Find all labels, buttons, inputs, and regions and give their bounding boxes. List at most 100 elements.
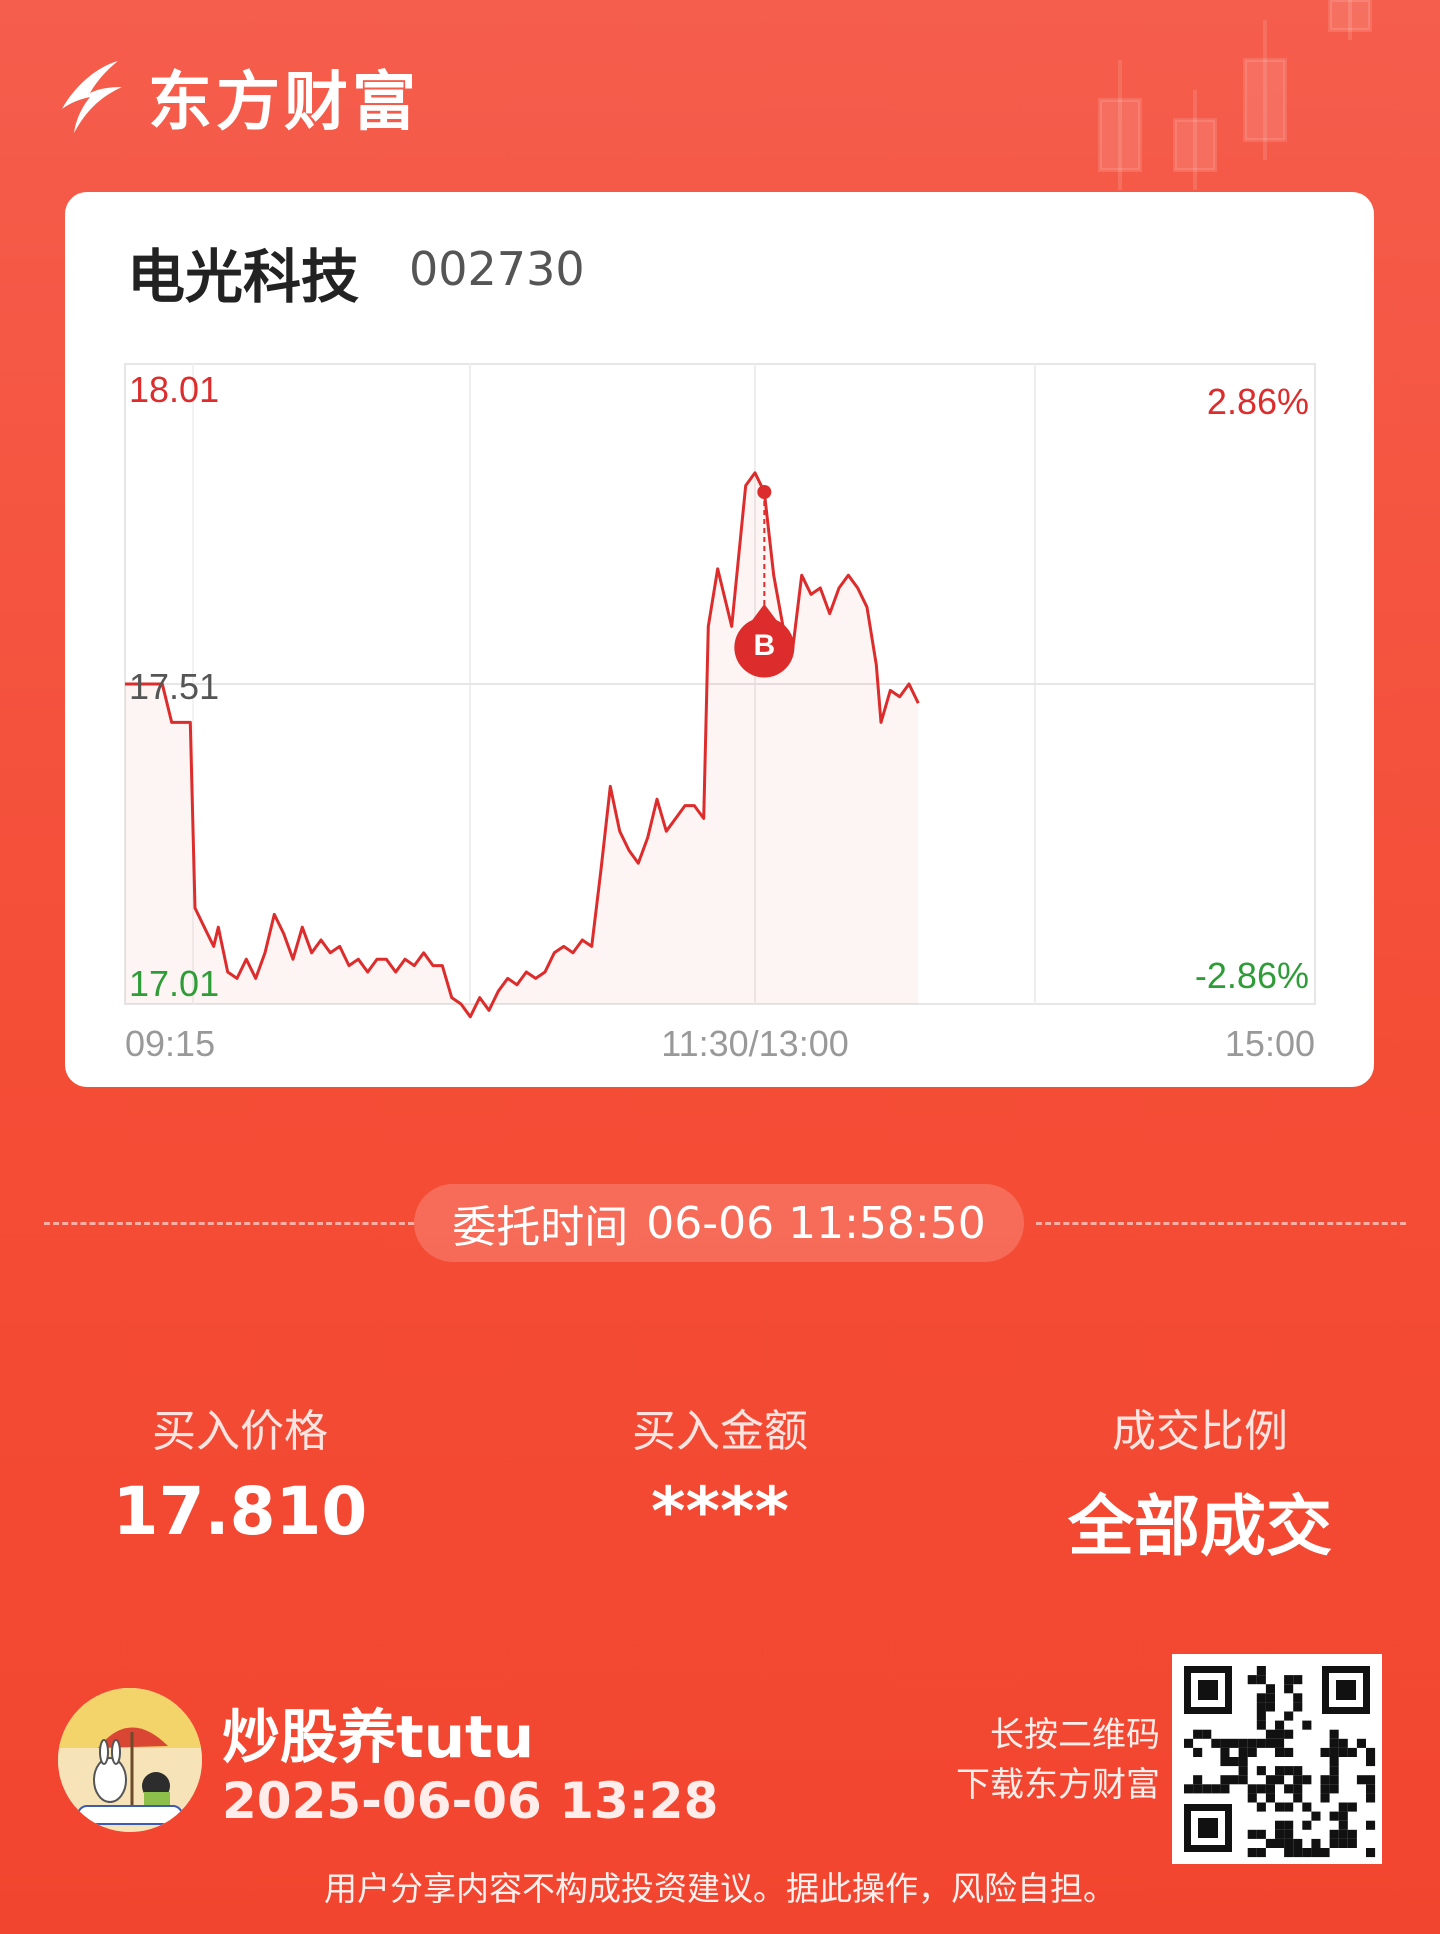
qr-module [1366, 1848, 1376, 1858]
qr-module [1238, 1775, 1248, 1785]
qr-module [1329, 1747, 1339, 1757]
qr-module [1256, 1829, 1266, 1839]
qr-module [1275, 1775, 1285, 1785]
qr-module [1265, 1838, 1275, 1848]
qr-module [1265, 1702, 1275, 1712]
qr-module [1284, 1848, 1294, 1858]
qr-module [1329, 1738, 1339, 1748]
qr-module [1275, 1729, 1285, 1739]
qr-module [1256, 1720, 1266, 1730]
qr-module [1329, 1838, 1339, 1848]
qr-module [1347, 1838, 1357, 1848]
x-tick-open: 09:15 [125, 1023, 215, 1064]
qr-module [1193, 1784, 1203, 1794]
qr-module [1247, 1784, 1257, 1794]
qr-module [1202, 1784, 1212, 1794]
qr-module [1329, 1775, 1339, 1785]
qr-module [1302, 1802, 1312, 1812]
qr-hint-line2: 下载东方财富 [956, 1765, 1160, 1805]
qr-module [1366, 1793, 1376, 1803]
qr-module [1338, 1838, 1348, 1848]
qr-module [1247, 1747, 1257, 1757]
qr-module [1247, 1848, 1257, 1858]
app-header: 东方财富 [56, 52, 420, 142]
qr-module [1256, 1802, 1266, 1812]
qr-module [1275, 1838, 1285, 1848]
qr-module [1311, 1811, 1321, 1821]
qr-module [1366, 1757, 1376, 1767]
qr-module [1238, 1738, 1248, 1748]
qr-module [1338, 1747, 1348, 1757]
qr-module [1202, 1729, 1212, 1739]
qr-module [1184, 1784, 1194, 1794]
x-tick-midday: 11:30/13:00 [661, 1023, 849, 1064]
qr-module [1256, 1702, 1266, 1712]
qr-module [1256, 1738, 1266, 1748]
qr-hint-line1: 长按二维码 [990, 1715, 1160, 1755]
qr-module [1265, 1775, 1275, 1785]
qr-module [1247, 1829, 1257, 1839]
qr-module [1220, 1784, 1230, 1794]
qr-module [1293, 1766, 1303, 1776]
qr-module [1256, 1666, 1266, 1676]
qr-module [1320, 1848, 1330, 1858]
qr-module [1193, 1729, 1203, 1739]
qr-module [1338, 1738, 1348, 1748]
qr-module [1265, 1693, 1275, 1703]
share-timestamp: 2025-06-06 13:28 [222, 1772, 719, 1830]
qr-module [1366, 1775, 1376, 1785]
qr-module [1229, 1757, 1239, 1767]
qr-module [1356, 1738, 1366, 1748]
qr-module [1311, 1838, 1321, 1848]
price-area-fill [125, 472, 919, 1017]
qr-module [1302, 1720, 1312, 1730]
qr-module [1229, 1775, 1239, 1785]
qr-module [1193, 1747, 1203, 1757]
qr-module [1284, 1747, 1294, 1757]
qr-module [1284, 1766, 1294, 1776]
qr-module [1284, 1829, 1294, 1839]
buy-price-value: 17.810 [112, 1473, 368, 1550]
qr-module [1293, 1702, 1303, 1712]
buy-amount-value: **** [650, 1473, 790, 1550]
qr-module [1338, 1802, 1348, 1812]
qr-module [1284, 1675, 1294, 1685]
qr-module [1229, 1738, 1239, 1748]
qr-module [1275, 1829, 1285, 1839]
brand-name: 东方财富 [148, 66, 420, 140]
x-tick-close: 15:00 [1225, 1023, 1315, 1064]
qr-module [1275, 1766, 1285, 1776]
y-label-top: 18.01 [129, 369, 219, 410]
qr-module [1293, 1675, 1303, 1685]
qr-module [1247, 1793, 1257, 1803]
divider-right [1036, 1222, 1406, 1225]
qr-module [1265, 1684, 1275, 1694]
qr-module [1256, 1784, 1266, 1794]
qr-module [1284, 1820, 1294, 1830]
qr-module [1265, 1793, 1275, 1803]
qr-code-image [1172, 1654, 1382, 1864]
y-label-mid: 17.51 [129, 666, 219, 707]
qr-module [1193, 1775, 1203, 1785]
qr-code[interactable] [1172, 1654, 1382, 1864]
qr-module [1284, 1838, 1294, 1848]
qr-module [1311, 1848, 1321, 1858]
divider-left [44, 1222, 414, 1225]
qr-module [1366, 1820, 1376, 1830]
avatar[interactable] [58, 1688, 202, 1832]
fill-ratio-stat: 成交比例 全部成交 [1000, 1395, 1400, 1569]
qr-module [1275, 1802, 1285, 1812]
qr-module [1284, 1784, 1294, 1794]
qr-module [1256, 1675, 1266, 1685]
qr-module [1338, 1811, 1348, 1821]
qr-module [1293, 1784, 1303, 1794]
qr-module [1275, 1720, 1285, 1730]
order-time-pill: 委托时间 06-06 11:58:50 [414, 1184, 1024, 1262]
intraday-price-chart: B 18.01 17.51 17.01 2.86% -2.86% 09:15 1… [124, 363, 1316, 1064]
y-label-bottom: 17.01 [129, 963, 219, 1004]
qr-module [1293, 1775, 1303, 1785]
qr-module [1338, 1829, 1348, 1839]
qr-module [1275, 1747, 1285, 1757]
qr-module [1347, 1829, 1357, 1839]
qr-module [1265, 1729, 1275, 1739]
